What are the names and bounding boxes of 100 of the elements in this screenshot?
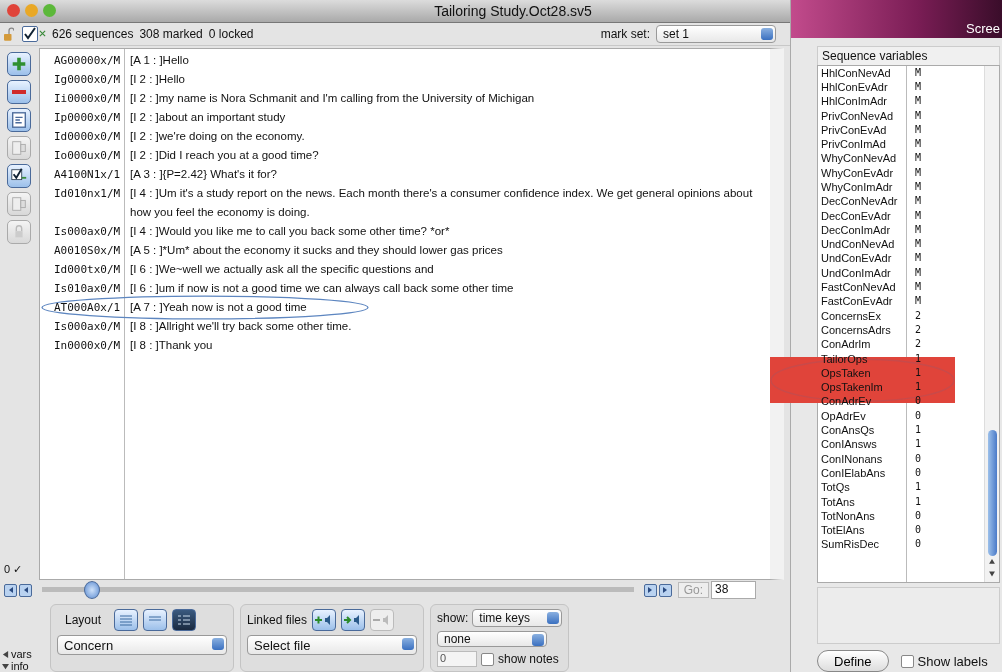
- sequence-code: AG00000x/M: [53, 52, 122, 69]
- sequence-code: Is000ax0/M: [53, 223, 122, 240]
- sequence-count: 626 sequences: [52, 26, 134, 41]
- variable-value: M: [914, 251, 922, 266]
- variable-name: ConcernsEx: [820, 308, 882, 323]
- variable-name: UndConNevAd: [820, 237, 896, 252]
- variable-name: TotQs: [820, 480, 851, 495]
- show-label: show:: [437, 611, 469, 625]
- marked-row-count: 0 ✓: [3, 563, 23, 577]
- sequence-code: Id000tx0/M: [53, 261, 122, 278]
- variable-value: M: [914, 222, 922, 237]
- doc-icon: [9, 194, 28, 213]
- go-field[interactable]: 38: [711, 581, 756, 600]
- variable-value: 1: [914, 480, 922, 495]
- show-select[interactable]: time keys: [472, 609, 563, 627]
- utterance-text: [I 2 : ]my name is Nora Schmanit and I'm calling from the University of Michigan: [129, 90, 536, 106]
- mark-set-select[interactable]: set 1: [656, 24, 776, 43]
- scroll-bar[interactable]: [985, 65, 999, 582]
- layout-select[interactable]: Concern: [57, 635, 227, 655]
- define-button[interactable]: Define: [817, 650, 889, 672]
- grid-layout-button[interactable]: [114, 609, 139, 631]
- variable-value: M: [914, 79, 922, 94]
- utterance-text: [I 8 : ]Thank you: [129, 337, 214, 353]
- variable-name: PrivConEvAd: [820, 122, 888, 138]
- window-title: Tailoring Study.Oct28.sv5: [433, 2, 593, 19]
- utterance-text: [A 7 : ]Yeah now is not a good time: [129, 299, 308, 315]
- utterance-text: [I 6 : ]We~well we actually ask all the specific questions and: [129, 261, 435, 277]
- last-button[interactable]: [658, 583, 672, 597]
- variable-value: 2: [914, 322, 922, 337]
- utterance-text: [I 2 : ]Hello: [129, 71, 186, 87]
- disclosure-label[interactable]: info: [11, 660, 29, 672]
- variable-value: 1: [914, 494, 922, 509]
- variable-value: M: [914, 137, 922, 152]
- variable-name: SumRisDec: [820, 537, 881, 552]
- sequence-code: Ig0000x0/M: [53, 71, 122, 88]
- variable-value: M: [914, 108, 922, 123]
- sequence-code: Is010ax0/M: [53, 280, 122, 297]
- previous-button[interactable]: [19, 583, 32, 597]
- utterance-text: [I 4 : ]Um it's a study report on the news. Each month there's a consumer confidence index. We get general opinions about how you feel the economy is doing.: [129, 185, 754, 220]
- linked-file-select[interactable]: Select file: [247, 635, 417, 655]
- variable-name: ConAdrIm: [820, 337, 872, 352]
- doc-icon: [9, 138, 28, 157]
- variable-value: M: [914, 280, 922, 295]
- variable-value: 0: [914, 451, 922, 466]
- check-tool-button[interactable]: [6, 163, 31, 188]
- variable-name: HhlConEvAdr: [820, 79, 889, 95]
- number-field[interactable]: 0: [437, 651, 477, 667]
- list-tool-button[interactable]: [6, 107, 31, 132]
- variable-value: M: [914, 237, 922, 252]
- scroll-thumb[interactable]: [987, 429, 997, 557]
- variable-name: UndConImAdr: [820, 265, 892, 281]
- variable-value: 2: [914, 308, 922, 323]
- remove-icon: [11, 89, 26, 94]
- variable-value: M: [914, 208, 922, 223]
- disclosure-triangle-icon[interactable]: [2, 650, 9, 658]
- outline-layout-icon: [176, 613, 193, 627]
- columns-layout-button[interactable]: [143, 609, 168, 631]
- filter-select[interactable]: none: [437, 631, 547, 647]
- variable-name: ConIAnsws: [820, 437, 878, 452]
- variable-value: M: [914, 265, 922, 280]
- marked-checkbox[interactable]: [22, 25, 38, 42]
- variable-name: HhlConImAdr: [820, 94, 889, 109]
- utterance-text: [I 8 : ]Allright we'll try back some other time.: [129, 318, 353, 334]
- padlock-icon[interactable]: [4, 26, 14, 41]
- sequence-code: Io000ux0/M: [53, 147, 122, 164]
- grid-layout-icon: [118, 613, 135, 627]
- variable-name: DecConEvAdr: [820, 208, 892, 223]
- link-audio-button[interactable]: [341, 609, 366, 631]
- variable-name: DecConImAdr: [820, 222, 892, 238]
- utterance-text: [I 2 : ]we're doing on the economy.: [129, 128, 306, 144]
- slider-thumb[interactable]: [84, 581, 101, 600]
- variable-name: HhlConNevAd: [820, 65, 892, 80]
- add-tool-button[interactable]: [6, 51, 31, 76]
- variable-value: M: [914, 194, 922, 209]
- variable-name: TotAns: [820, 494, 856, 509]
- show-labels-checkbox[interactable]: [900, 654, 914, 668]
- add-audio-button[interactable]: [312, 609, 337, 631]
- linked-files-label: Linked files: [247, 613, 308, 627]
- next-button[interactable]: [643, 583, 657, 597]
- close-button[interactable]: [7, 4, 20, 18]
- disclosure-triangle-icon[interactable]: [2, 662, 9, 670]
- show-notes-checkbox[interactable]: [481, 652, 494, 666]
- outline-layout-button[interactable]: [172, 609, 197, 631]
- x-icon: [39, 30, 46, 38]
- sequence-code: In0000x0/M: [53, 337, 122, 354]
- sequence-code: A4100N1x/1: [53, 166, 122, 183]
- variable-value: 0: [914, 408, 922, 423]
- variable-name: ConAnsQs: [820, 423, 876, 438]
- variable-value: 1: [914, 365, 922, 380]
- layout-label: Layout: [65, 613, 102, 627]
- sequence-code: Is000ax0/M: [53, 318, 122, 335]
- mark-set-label: mark set:: [600, 26, 650, 41]
- first-button[interactable]: [4, 583, 17, 597]
- disclosure-label[interactable]: vars: [11, 648, 32, 660]
- variable-name: WhyConEvAdr: [820, 165, 895, 180]
- variable-value: M: [914, 151, 922, 166]
- sequence-code: AT000A0x/1: [53, 299, 122, 316]
- variable-name: ConcernsAdrs: [820, 322, 892, 338]
- remove-tool-button[interactable]: [6, 79, 31, 104]
- variable-value: 0: [914, 508, 922, 523]
